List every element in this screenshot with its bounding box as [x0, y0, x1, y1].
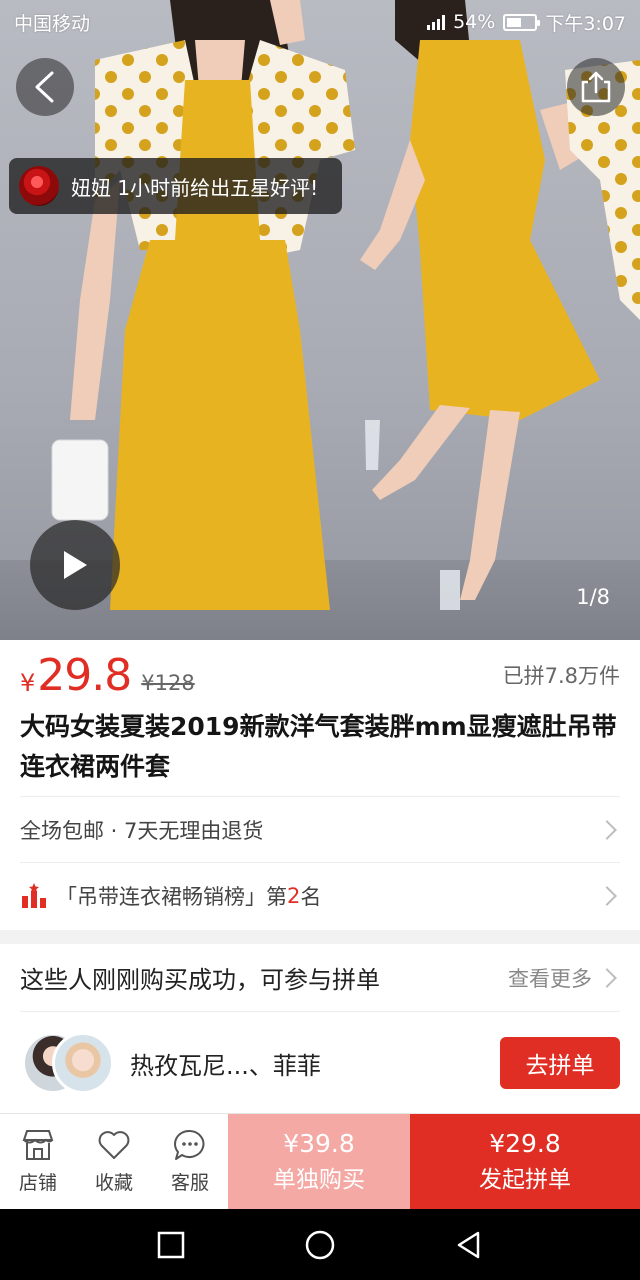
- carrier-name: 中国移动: [14, 12, 91, 35]
- recents-icon[interactable]: [156, 1230, 186, 1260]
- store-tab[interactable]: 店铺: [0, 1114, 76, 1209]
- ranking-icon: [22, 882, 46, 908]
- signal-icon: [427, 14, 446, 30]
- favorite-tab[interactable]: 收藏: [76, 1114, 152, 1209]
- play-video-button[interactable]: [30, 520, 120, 610]
- favorite-label: 收藏: [94, 1172, 133, 1194]
- service-row[interactable]: 全场包邮 · 7天无理由退货: [20, 796, 620, 862]
- chevron-left-icon: [35, 71, 54, 103]
- sold-count: 已拼7.8万件: [502, 664, 620, 688]
- recent-buyers-heading: 这些人刚刚购买成功，可参与拼单: [20, 966, 380, 994]
- start-group-button[interactable]: ¥29.8 发起拼单: [410, 1114, 640, 1209]
- store-icon: [22, 1130, 54, 1160]
- see-more-link[interactable]: 查看更多: [508, 963, 620, 993]
- chevron-right-icon: [597, 819, 617, 840]
- original-price: ¥128: [141, 671, 195, 695]
- start-group-price: ¥29.8: [489, 1128, 561, 1158]
- ranking-row[interactable]: 「吊带连衣裙畅销榜」第 2 名: [20, 862, 620, 928]
- start-group-label: 发起拼单: [479, 1166, 571, 1193]
- chevron-right-icon: [597, 967, 617, 988]
- bottom-action-bar: 店铺 收藏 客服 ¥39.8 单独购买 ¥29.8 发起拼单: [0, 1113, 640, 1209]
- ranking-prefix: 「吊带连衣裙畅销榜」第: [56, 884, 287, 909]
- reviewer-avatar: [19, 166, 59, 206]
- recent-buyers-header: 这些人刚刚购买成功，可参与拼单 查看更多: [20, 944, 620, 1012]
- share-button[interactable]: [567, 58, 625, 116]
- service-text: 全场包邮 · 7天无理由退货: [20, 818, 264, 843]
- play-icon: [64, 551, 87, 579]
- buy-alone-price: ¥39.8: [283, 1128, 355, 1158]
- product-title: 大码女装夏装2019新款洋气套装胖mm显瘦遮肚吊带连衣裙两件套: [20, 712, 617, 781]
- battery-icon: [503, 13, 541, 31]
- battery-percent: 54%: [453, 11, 496, 33]
- heart-icon: [98, 1131, 130, 1159]
- join-group-button[interactable]: 去拼单: [500, 1037, 620, 1089]
- chat-icon: [174, 1129, 205, 1160]
- buy-alone-button[interactable]: ¥39.8 单独购买: [228, 1114, 410, 1209]
- clock: 下午3:07: [545, 12, 626, 35]
- buy-alone-label: 单独购买: [273, 1166, 365, 1193]
- section-divider: [0, 930, 640, 944]
- image-pager: 1/8: [576, 585, 610, 609]
- group-price: 29.8: [37, 649, 132, 701]
- customer-service-tab[interactable]: 客服: [152, 1114, 228, 1209]
- currency-symbol: ¥: [20, 669, 36, 697]
- avatar: [52, 1032, 114, 1094]
- system-nav-bar: [0, 1209, 640, 1280]
- status-bar: 中国移动 54% 下午3:07: [0, 0, 640, 44]
- group-buy-row: 热孜瓦尼...、菲菲 去拼单: [20, 1013, 620, 1113]
- home-icon[interactable]: [304, 1229, 336, 1261]
- customer-service-label: 客服: [170, 1172, 209, 1194]
- price-row: ¥ 29.8 ¥128 已拼7.8万件: [0, 640, 640, 710]
- see-more-label: 查看更多: [508, 966, 592, 991]
- store-label: 店铺: [18, 1172, 57, 1194]
- ranking-number: 2: [287, 883, 301, 908]
- product-image-carousel[interactable]: 中国移动 54% 下午3:07 妞妞 1小时前给出五星好评! 1/8: [0, 0, 640, 640]
- ranking-suffix: 名: [300, 884, 322, 909]
- back-nav-icon[interactable]: [454, 1230, 484, 1260]
- chevron-right-icon: [597, 885, 617, 906]
- back-button[interactable]: [16, 58, 74, 116]
- review-toast: 妞妞 1小时前给出五星好评!: [9, 158, 342, 214]
- share-icon: [581, 71, 611, 103]
- review-toast-text: 妞妞 1小时前给出五星好评!: [71, 175, 319, 200]
- buyer-names: 热孜瓦尼...、菲菲: [130, 1051, 321, 1080]
